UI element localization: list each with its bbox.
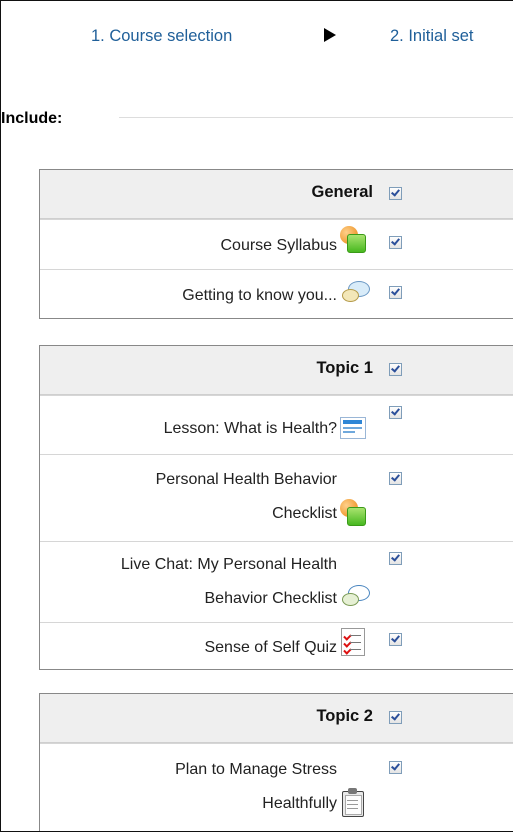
activity-label: Course Syllabus [220, 237, 338, 254]
list-item: Lesson: What is Health? [40, 395, 513, 454]
list-item: Plan to Manage Stress Healthfully [40, 743, 513, 831]
section-checkbox[interactable] [389, 711, 402, 724]
activity-label-line1: Personal Health Behavior [155, 471, 337, 488]
step-initial-settings[interactable]: 2. Initial set [390, 27, 473, 46]
activity-checkbox[interactable] [389, 236, 402, 249]
include-divider [119, 117, 513, 118]
step-course-selection[interactable]: 1. Course selection [91, 27, 232, 46]
assignment-icon [340, 499, 366, 526]
list-item: Getting to know you... [40, 269, 513, 318]
step-arrow-icon [324, 28, 336, 42]
activity-label-line1: Live Chat: My Personal Health [120, 556, 337, 573]
activity-checkbox[interactable] [389, 552, 402, 565]
section-title: Topic 1 [316, 359, 373, 377]
assignment-icon [340, 226, 366, 253]
clipboard-icon [342, 788, 364, 817]
section-title: General [311, 183, 373, 201]
section-header: Topic 1 [40, 346, 513, 395]
section-checkbox[interactable] [389, 363, 402, 376]
activity-checkbox[interactable] [389, 406, 402, 419]
activity-label-line2: Checklist [272, 505, 337, 522]
backup-settings-frame: 1. Course selection 2. Initial set Inclu… [0, 0, 513, 832]
activity-checkbox[interactable] [389, 633, 402, 646]
activity-label: Getting to know you... [182, 287, 337, 304]
activity-label-line2: Healthfully [262, 795, 337, 812]
list-item: Sense of Self Quiz [40, 622, 513, 669]
chat-icon [342, 584, 370, 608]
section-general: General Course Syllabus Getting to know … [39, 169, 513, 319]
activity-checkbox[interactable] [389, 761, 402, 774]
section-topic-1: Topic 1 Lesson: What is Health? Personal… [39, 345, 513, 670]
lesson-icon [340, 417, 366, 439]
activity-checkbox[interactable] [389, 472, 402, 485]
activity-label: Sense of Self Quiz [204, 639, 337, 656]
activity-label-line1: Plan to Manage Stress [175, 761, 337, 778]
activity-label: Lesson: What is Health? [163, 420, 337, 437]
activity-label-line2: Behavior Checklist [204, 590, 338, 607]
list-item: Course Syllabus [40, 219, 513, 269]
include-label: Include: [1, 110, 63, 127]
list-item: Live Chat: My Personal Health Behavior C… [40, 541, 513, 622]
section-checkbox[interactable] [389, 187, 402, 200]
section-topic-2: Topic 2 Plan to Manage Stress Healthfull… [39, 693, 513, 831]
forum-icon [342, 280, 370, 304]
section-title: Topic 2 [316, 707, 373, 725]
list-item: Personal Health Behavior Checklist [40, 454, 513, 541]
wizard-steps: 1. Course selection 2. Initial set [1, 15, 513, 55]
quiz-icon [341, 628, 365, 656]
section-header: General [40, 170, 513, 219]
section-header: Topic 2 [40, 694, 513, 743]
activity-checkbox[interactable] [389, 286, 402, 299]
